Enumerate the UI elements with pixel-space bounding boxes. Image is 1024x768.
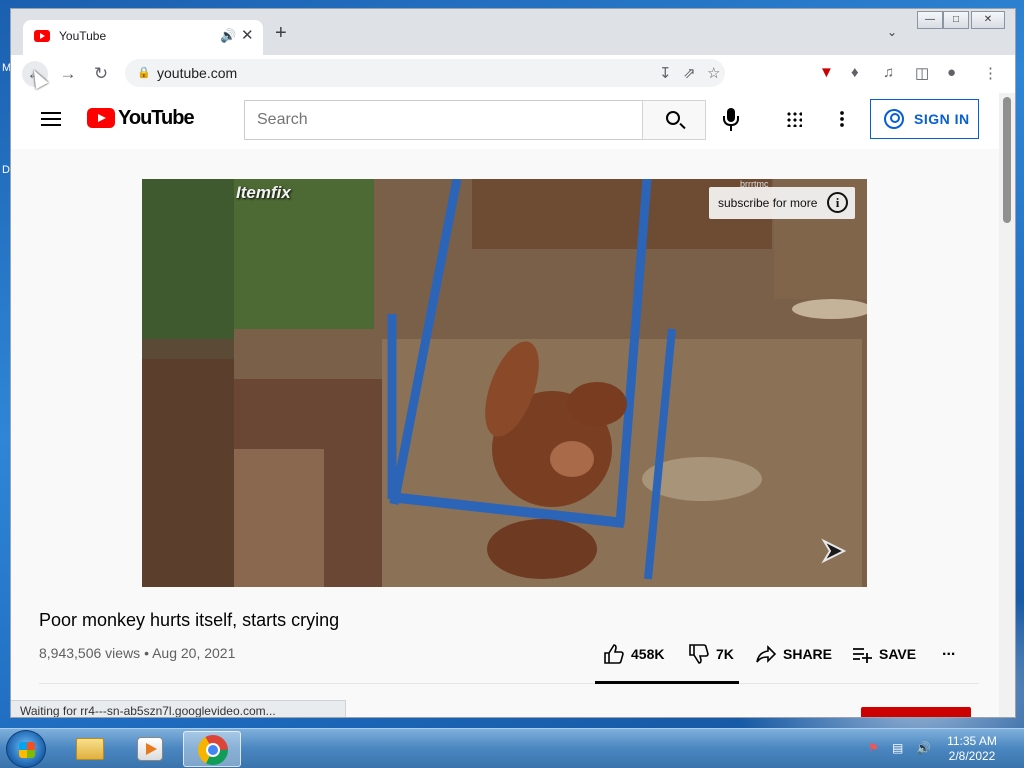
more-actions-icon: ... bbox=[942, 642, 956, 659]
address-bar[interactable]: 🔒 youtube.com ↧ ⇗ ☆ bbox=[125, 59, 725, 87]
extension-dislike-icon[interactable]: ▼ bbox=[819, 64, 834, 81]
close-tab-icon[interactable]: ✕ bbox=[241, 26, 254, 44]
hamburger-menu-icon[interactable] bbox=[41, 112, 61, 126]
subscribe-card-label: subscribe for more bbox=[718, 196, 818, 210]
bookmark-star-icon[interactable]: ☆ bbox=[707, 64, 720, 82]
windows-taskbar: ⚑ ▤ 🔊 11:35 AM 2/8/2022 bbox=[0, 728, 1024, 768]
minimize-button[interactable]: — bbox=[917, 11, 943, 29]
browser-menu-icon[interactable]: ⋮ bbox=[983, 64, 998, 82]
page-scrollbar[interactable] bbox=[999, 93, 1015, 717]
lock-icon[interactable]: 🔒 bbox=[137, 66, 151, 79]
sign-in-button[interactable]: SIGN IN bbox=[870, 99, 979, 139]
folder-icon bbox=[76, 738, 104, 760]
tab-title: YouTube bbox=[59, 29, 107, 43]
media-control-icon[interactable]: ♫ bbox=[883, 64, 894, 81]
thumbs-up-icon bbox=[604, 644, 624, 664]
youtube-favicon-icon bbox=[34, 30, 50, 42]
taskbar-media-player[interactable] bbox=[121, 731, 179, 767]
chrome-window: YouTube 🔊 ✕ + ⌄ — □ ✕ ← → ↻ 🔒 youtube.co… bbox=[10, 8, 1016, 718]
save-button[interactable]: SAVE bbox=[851, 641, 921, 669]
youtube-logo-icon[interactable] bbox=[87, 108, 115, 128]
side-panel-icon[interactable]: ◫ bbox=[915, 64, 929, 82]
media-player-icon bbox=[137, 737, 163, 761]
like-button[interactable]: 458K bbox=[603, 641, 667, 669]
dislike-count: 7K bbox=[716, 646, 734, 662]
metadata-divider bbox=[39, 683, 979, 684]
settings-more-icon[interactable] bbox=[840, 110, 844, 128]
account-icon bbox=[884, 109, 904, 129]
scrollbar-thumb[interactable] bbox=[1003, 97, 1011, 223]
youtube-header: YouTube SIGN IN bbox=[11, 93, 999, 149]
thumbs-down-icon bbox=[689, 644, 709, 664]
desktop-icon-label-fragment: D bbox=[2, 164, 10, 176]
install-app-icon[interactable]: ↧ bbox=[659, 64, 672, 82]
subscribe-button[interactable]: SUBSCRIBE bbox=[861, 707, 971, 717]
video-player[interactable]: Itemfix brrrtmc subscribe for more i bbox=[142, 179, 867, 587]
share-label: SHARE bbox=[783, 646, 833, 662]
taskbar-explorer[interactable] bbox=[60, 731, 118, 767]
apps-grid-icon[interactable] bbox=[786, 111, 802, 127]
profile-avatar-icon[interactable]: ● bbox=[947, 64, 956, 81]
search-icon bbox=[666, 111, 680, 125]
video-frame bbox=[142, 179, 867, 587]
itemfix-watermark: Itemfix bbox=[236, 183, 291, 202]
extensions-puzzle-icon[interactable]: ♦ bbox=[851, 64, 859, 81]
reload-button[interactable]: ↻ bbox=[88, 61, 114, 87]
share-button[interactable]: SHARE bbox=[755, 641, 835, 669]
share-arrow-icon bbox=[756, 645, 777, 663]
speaker-icon[interactable]: 🔊 bbox=[220, 28, 236, 44]
browser-toolbar: ← → ↻ 🔒 youtube.com ↧ ⇗ ☆ ▼ ♦ ♫ ◫ ● ⋮ bbox=[11, 55, 1015, 93]
chrome-icon bbox=[198, 735, 228, 765]
tab-search-chevron-icon[interactable]: ⌄ bbox=[887, 25, 897, 39]
subscribe-card[interactable]: subscribe for more i bbox=[709, 187, 855, 219]
more-actions-button[interactable]: ... bbox=[941, 641, 965, 669]
volume-icon[interactable]: 🔊 bbox=[916, 741, 931, 755]
video-meta: 8,943,506 views • Aug 20, 2021 bbox=[39, 645, 236, 661]
save-label: SAVE bbox=[879, 646, 917, 662]
youtube-logo-text[interactable]: YouTube bbox=[118, 107, 195, 130]
dislike-button[interactable]: 7K bbox=[688, 641, 738, 669]
like-count: 458K bbox=[631, 646, 665, 662]
action-center-flag-icon[interactable]: ⚑ bbox=[868, 741, 882, 755]
clock-time: 11:35 AM bbox=[947, 734, 997, 748]
windows-logo-icon bbox=[19, 742, 35, 758]
search-button[interactable] bbox=[642, 100, 706, 140]
share-page-icon[interactable]: ⇗ bbox=[683, 64, 696, 82]
youtube-page: YouTube SIGN IN bbox=[11, 93, 1015, 717]
video-title: Poor monkey hurts itself, starts crying bbox=[39, 610, 340, 630]
like-sentiment-bar bbox=[595, 681, 739, 684]
maximize-button[interactable]: □ bbox=[943, 11, 969, 29]
loading-status-bar: Waiting for rr4---sn-ab5szn7l.googlevide… bbox=[11, 700, 346, 717]
network-icon[interactable]: ▤ bbox=[892, 741, 906, 755]
clock-date: 2/8/2022 bbox=[948, 749, 996, 763]
tab-youtube[interactable]: YouTube 🔊 ✕ bbox=[23, 20, 263, 55]
info-icon[interactable]: i bbox=[827, 192, 848, 213]
start-button[interactable] bbox=[6, 730, 46, 768]
close-window-button[interactable]: ✕ bbox=[971, 11, 1005, 29]
search-input[interactable] bbox=[244, 100, 643, 140]
taskbar-chrome[interactable] bbox=[183, 731, 241, 767]
sign-in-label: SIGN IN bbox=[914, 111, 970, 127]
add-to-playlist-icon bbox=[853, 648, 872, 663]
tab-strip: YouTube 🔊 ✕ + ⌄ — □ ✕ bbox=[11, 9, 1015, 55]
new-tab-button[interactable]: + bbox=[275, 23, 287, 43]
microphone-stem bbox=[730, 126, 732, 131]
microphone-icon[interactable] bbox=[723, 108, 739, 126]
channel-brand-arrow-icon[interactable] bbox=[820, 537, 848, 565]
url-text[interactable]: youtube.com bbox=[157, 65, 237, 81]
forward-button[interactable]: → bbox=[55, 61, 81, 87]
system-clock[interactable]: 11:35 AM 2/8/2022 bbox=[936, 734, 1008, 764]
